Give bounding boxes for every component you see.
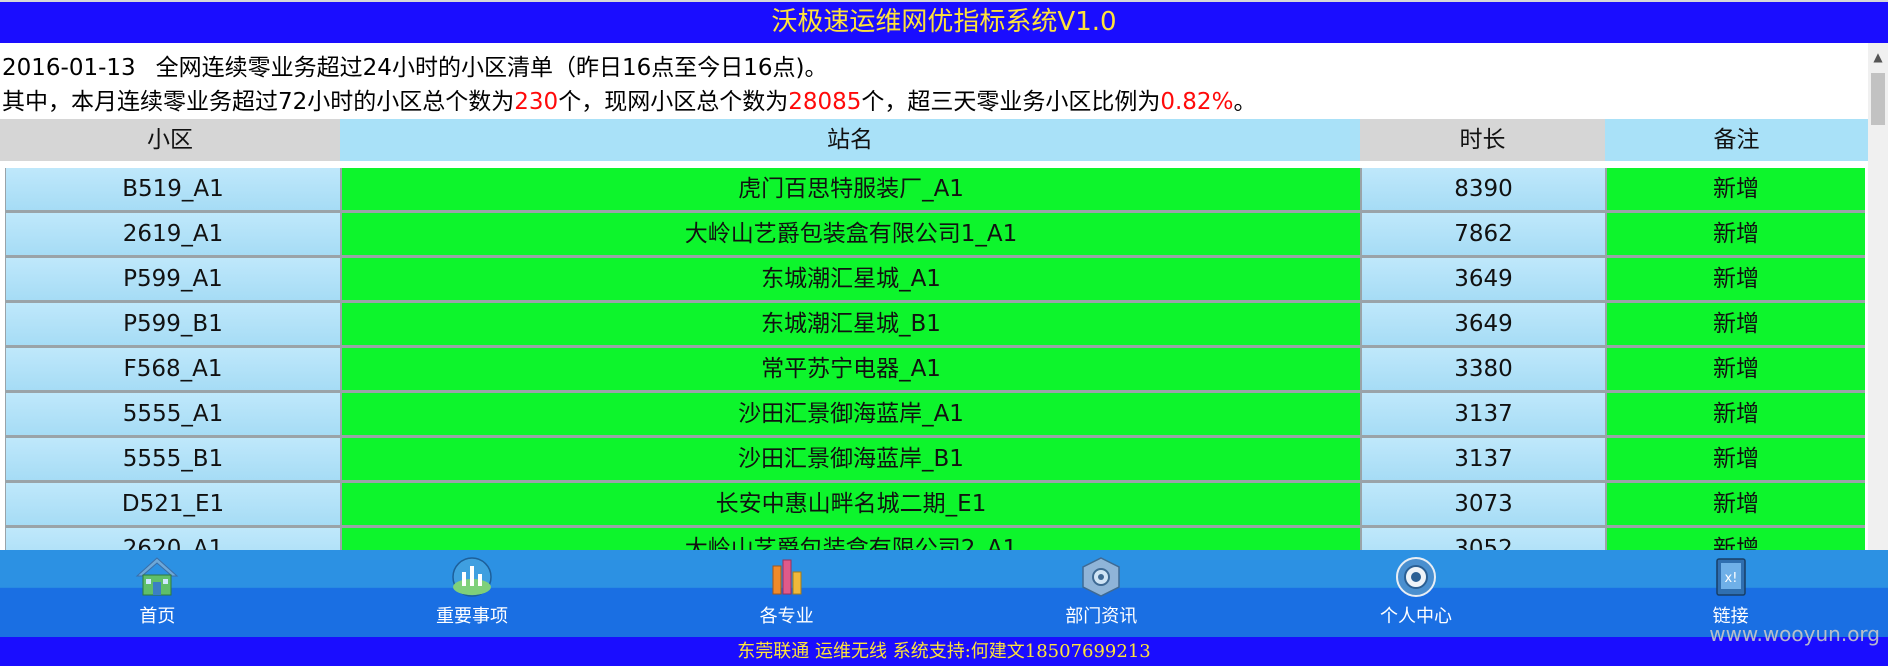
bar-chart-icon bbox=[772, 559, 802, 595]
duration: 7862 bbox=[1360, 213, 1605, 255]
count-72h-value: 230 bbox=[514, 89, 559, 115]
site-name: 沙田汇景御海蓝岸_A1 bbox=[340, 393, 1360, 435]
note: 新增 bbox=[1605, 393, 1865, 435]
duration: 3649 bbox=[1360, 303, 1605, 345]
site-name: 大岭山艺爵包装盒有限公司2_A1 bbox=[340, 528, 1360, 550]
title-bar: 沃极速运维网优指标系统V1.0 bbox=[0, 0, 1888, 43]
summary: 2016-01-13 全网连续零业务超过24小时的小区清单（昨日16点至今日16点… bbox=[0, 43, 1868, 119]
cell-id: 2619_A1 bbox=[5, 213, 340, 255]
summary-line-1: 2016-01-13 全网连续零业务超过24小时的小区清单（昨日16点至今日16点… bbox=[2, 51, 1868, 85]
summary-line-2: 其中，本月连续零业务超过72小时的小区总个数为230个，现网小区总个数为2808… bbox=[2, 85, 1868, 119]
cell-id: 5555_A1 bbox=[5, 393, 340, 435]
nav-item-department-news[interactable]: 部门资讯 bbox=[944, 550, 1259, 637]
nav-item-important[interactable]: 重要事项 bbox=[315, 550, 630, 637]
watermark: www.wooyun.org bbox=[1709, 622, 1880, 646]
site-name: 东城潮汇星城_A1 bbox=[340, 258, 1360, 300]
nav-item-specialties[interactable]: 各专业 bbox=[629, 550, 944, 637]
site-name: 常平苏宁电器_A1 bbox=[340, 348, 1360, 390]
vertical-scrollbar[interactable]: ▲ bbox=[1868, 43, 1888, 550]
note: 新增 bbox=[1605, 348, 1865, 390]
table-row[interactable]: D521_E1 长安中惠山畔名城二期_E1 3073 新增 bbox=[5, 483, 1865, 528]
gear-cube-icon bbox=[1082, 557, 1121, 597]
cell-id: B519_A1 bbox=[5, 168, 340, 210]
summary-mid-2: 个，超三天零业务小区比例为 bbox=[861, 89, 1161, 115]
site-name: 大岭山艺爵包装盒有限公司1_A1 bbox=[340, 213, 1360, 255]
duration: 3649 bbox=[1360, 258, 1605, 300]
summary-mid-1: 个，现网小区总个数为 bbox=[558, 89, 789, 115]
table-body: B519_A1 虎门百思特服装厂_A1 8390 新增 2619_A1 大岭山艺… bbox=[5, 168, 1865, 550]
ratio-value: 0.82% bbox=[1160, 89, 1234, 115]
bottom-nav: 首页 重要事项 各专业 部门资讯 个人中心 x! 链接 bbox=[0, 550, 1888, 637]
column-header-cell[interactable]: 小区 bbox=[0, 119, 340, 161]
nav-item-home[interactable]: 首页 bbox=[0, 550, 315, 637]
nav-label-personal-center: 个人中心 bbox=[1379, 606, 1452, 627]
cell-id: F568_A1 bbox=[5, 348, 340, 390]
duration: 3052 bbox=[1360, 528, 1605, 550]
nav-label-specialties: 各专业 bbox=[759, 606, 814, 627]
summary-line-1-text: 全网连续零业务超过24小时的小区清单（昨日16点至今日16点)。 bbox=[155, 55, 828, 81]
column-header-site[interactable]: 站名 bbox=[340, 119, 1360, 161]
table-row[interactable]: 5555_B1 沙田汇景御海蓝岸_B1 3137 新增 bbox=[5, 438, 1865, 483]
link-icon: x! bbox=[1715, 558, 1746, 596]
table-row[interactable]: P599_B1 东城潮汇星城_B1 3649 新增 bbox=[5, 303, 1865, 348]
cell-id: P599_A1 bbox=[5, 258, 340, 300]
table-row[interactable]: F568_A1 常平苏宁电器_A1 3380 新增 bbox=[5, 348, 1865, 393]
cell-id: D521_E1 bbox=[5, 483, 340, 525]
duration: 3137 bbox=[1360, 393, 1605, 435]
user-center-icon bbox=[1395, 557, 1436, 597]
main-content: 2016-01-13 全网连续零业务超过24小时的小区清单（昨日16点至今日16点… bbox=[0, 43, 1868, 550]
table-row[interactable]: B519_A1 虎门百思特服装厂_A1 8390 新增 bbox=[5, 168, 1865, 213]
svg-text:x!: x! bbox=[1724, 571, 1737, 586]
note: 新增 bbox=[1605, 483, 1865, 525]
scroll-thumb[interactable] bbox=[1871, 73, 1885, 125]
footer: 东莞联通 运维无线 系统支持:何建文18507699213 bbox=[0, 637, 1888, 666]
site-name: 东城潮汇星城_B1 bbox=[340, 303, 1360, 345]
scroll-up-arrow-icon[interactable]: ▲ bbox=[1868, 49, 1888, 65]
nav-label-home: 首页 bbox=[139, 606, 176, 627]
summary-suffix: 。 bbox=[1233, 89, 1257, 115]
note: 新增 bbox=[1605, 213, 1865, 255]
note: 新增 bbox=[1605, 303, 1865, 345]
note: 新增 bbox=[1605, 168, 1865, 210]
note: 新增 bbox=[1605, 438, 1865, 480]
table-header: 小区 站名 时长 备注 bbox=[0, 119, 1868, 161]
cell-id: P599_B1 bbox=[5, 303, 340, 345]
duration: 3380 bbox=[1360, 348, 1605, 390]
note: 新增 bbox=[1605, 528, 1865, 550]
nav-label-important: 重要事项 bbox=[435, 606, 508, 627]
summary-prefix: 其中，本月连续零业务超过72小时的小区总个数为 bbox=[2, 89, 515, 115]
column-header-duration[interactable]: 时长 bbox=[1360, 119, 1605, 161]
page-title: 沃极速运维网优指标系统V1.0 bbox=[771, 7, 1117, 37]
site-name: 沙田汇景御海蓝岸_B1 bbox=[340, 438, 1360, 480]
total-cells-value: 28085 bbox=[788, 89, 862, 115]
duration: 8390 bbox=[1360, 168, 1605, 210]
table-row[interactable]: 2619_A1 大岭山艺爵包装盒有限公司1_A1 7862 新增 bbox=[5, 213, 1865, 258]
app-window: 沃极速运维网优指标系统V1.0 2016-01-13 全网连续零业务超过24小时的… bbox=[0, 0, 1888, 666]
site-name: 长安中惠山畔名城二期_E1 bbox=[340, 483, 1360, 525]
nav-item-personal-center[interactable]: 个人中心 bbox=[1259, 550, 1574, 637]
nav-label-department-news: 部门资讯 bbox=[1065, 606, 1138, 627]
table-row[interactable]: P599_A1 东城潮汇星城_A1 3649 新增 bbox=[5, 258, 1865, 303]
home-icon bbox=[136, 557, 179, 596]
duration: 3137 bbox=[1360, 438, 1605, 480]
site-name: 虎门百思特服装厂_A1 bbox=[340, 168, 1360, 210]
note: 新增 bbox=[1605, 258, 1865, 300]
report-date: 2016-01-13 bbox=[2, 55, 136, 81]
table-row[interactable]: 5555_A1 沙田汇景御海蓝岸_A1 3137 新增 bbox=[5, 393, 1865, 438]
table-row[interactable]: 2620_A1 大岭山艺爵包装盒有限公司2_A1 3052 新增 bbox=[5, 528, 1865, 550]
duration: 3073 bbox=[1360, 483, 1605, 525]
cell-id: 5555_B1 bbox=[5, 438, 340, 480]
cell-id: 2620_A1 bbox=[5, 528, 340, 550]
column-header-note[interactable]: 备注 bbox=[1605, 119, 1868, 161]
globe-chart-icon bbox=[452, 557, 492, 597]
